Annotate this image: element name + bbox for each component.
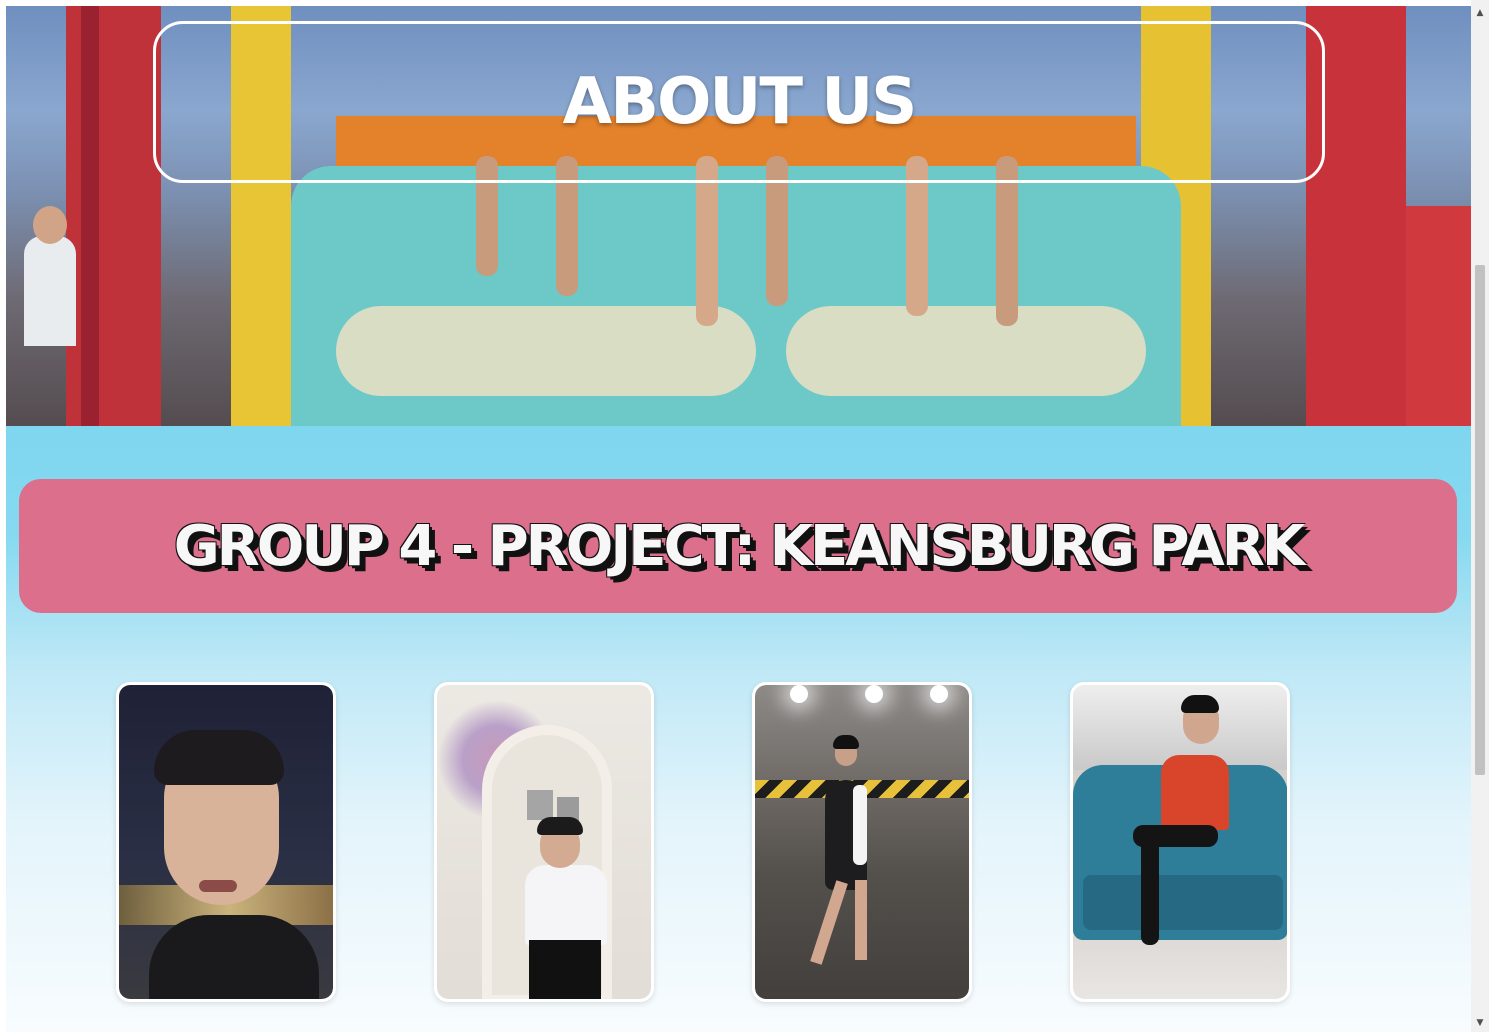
- member-card[interactable]: [752, 682, 972, 1002]
- scroll-thumb[interactable]: [1475, 265, 1485, 775]
- scroll-up-icon[interactable]: ▲: [1471, 4, 1489, 22]
- group-title: GROUP 4 - PROJECT: KEANSBURG PARK: [173, 513, 1306, 579]
- hero-title-box: ABOUT US: [153, 21, 1325, 183]
- page-title: ABOUT US: [562, 65, 918, 139]
- member-card[interactable]: [434, 682, 654, 1002]
- team-section: GROUP 4 - PROJECT: KEANSBURG PARK: [6, 426, 1471, 1032]
- group-banner: GROUP 4 - PROJECT: KEANSBURG PARK: [19, 479, 1457, 613]
- vertical-scrollbar[interactable]: ▲ ▼: [1471, 0, 1489, 1032]
- hero-section: ABOUT US: [6, 6, 1471, 426]
- about-page: ABOUT US GROUP 4 - PROJECT: KEANSBURG PA…: [6, 6, 1471, 1032]
- member-photo: [1073, 685, 1287, 999]
- member-photo: [119, 685, 333, 999]
- member-photo: [755, 685, 969, 999]
- member-card[interactable]: [116, 682, 336, 1002]
- member-photo: [437, 685, 651, 999]
- scroll-down-icon[interactable]: ▼: [1471, 1014, 1489, 1032]
- member-card[interactable]: [1070, 682, 1290, 1002]
